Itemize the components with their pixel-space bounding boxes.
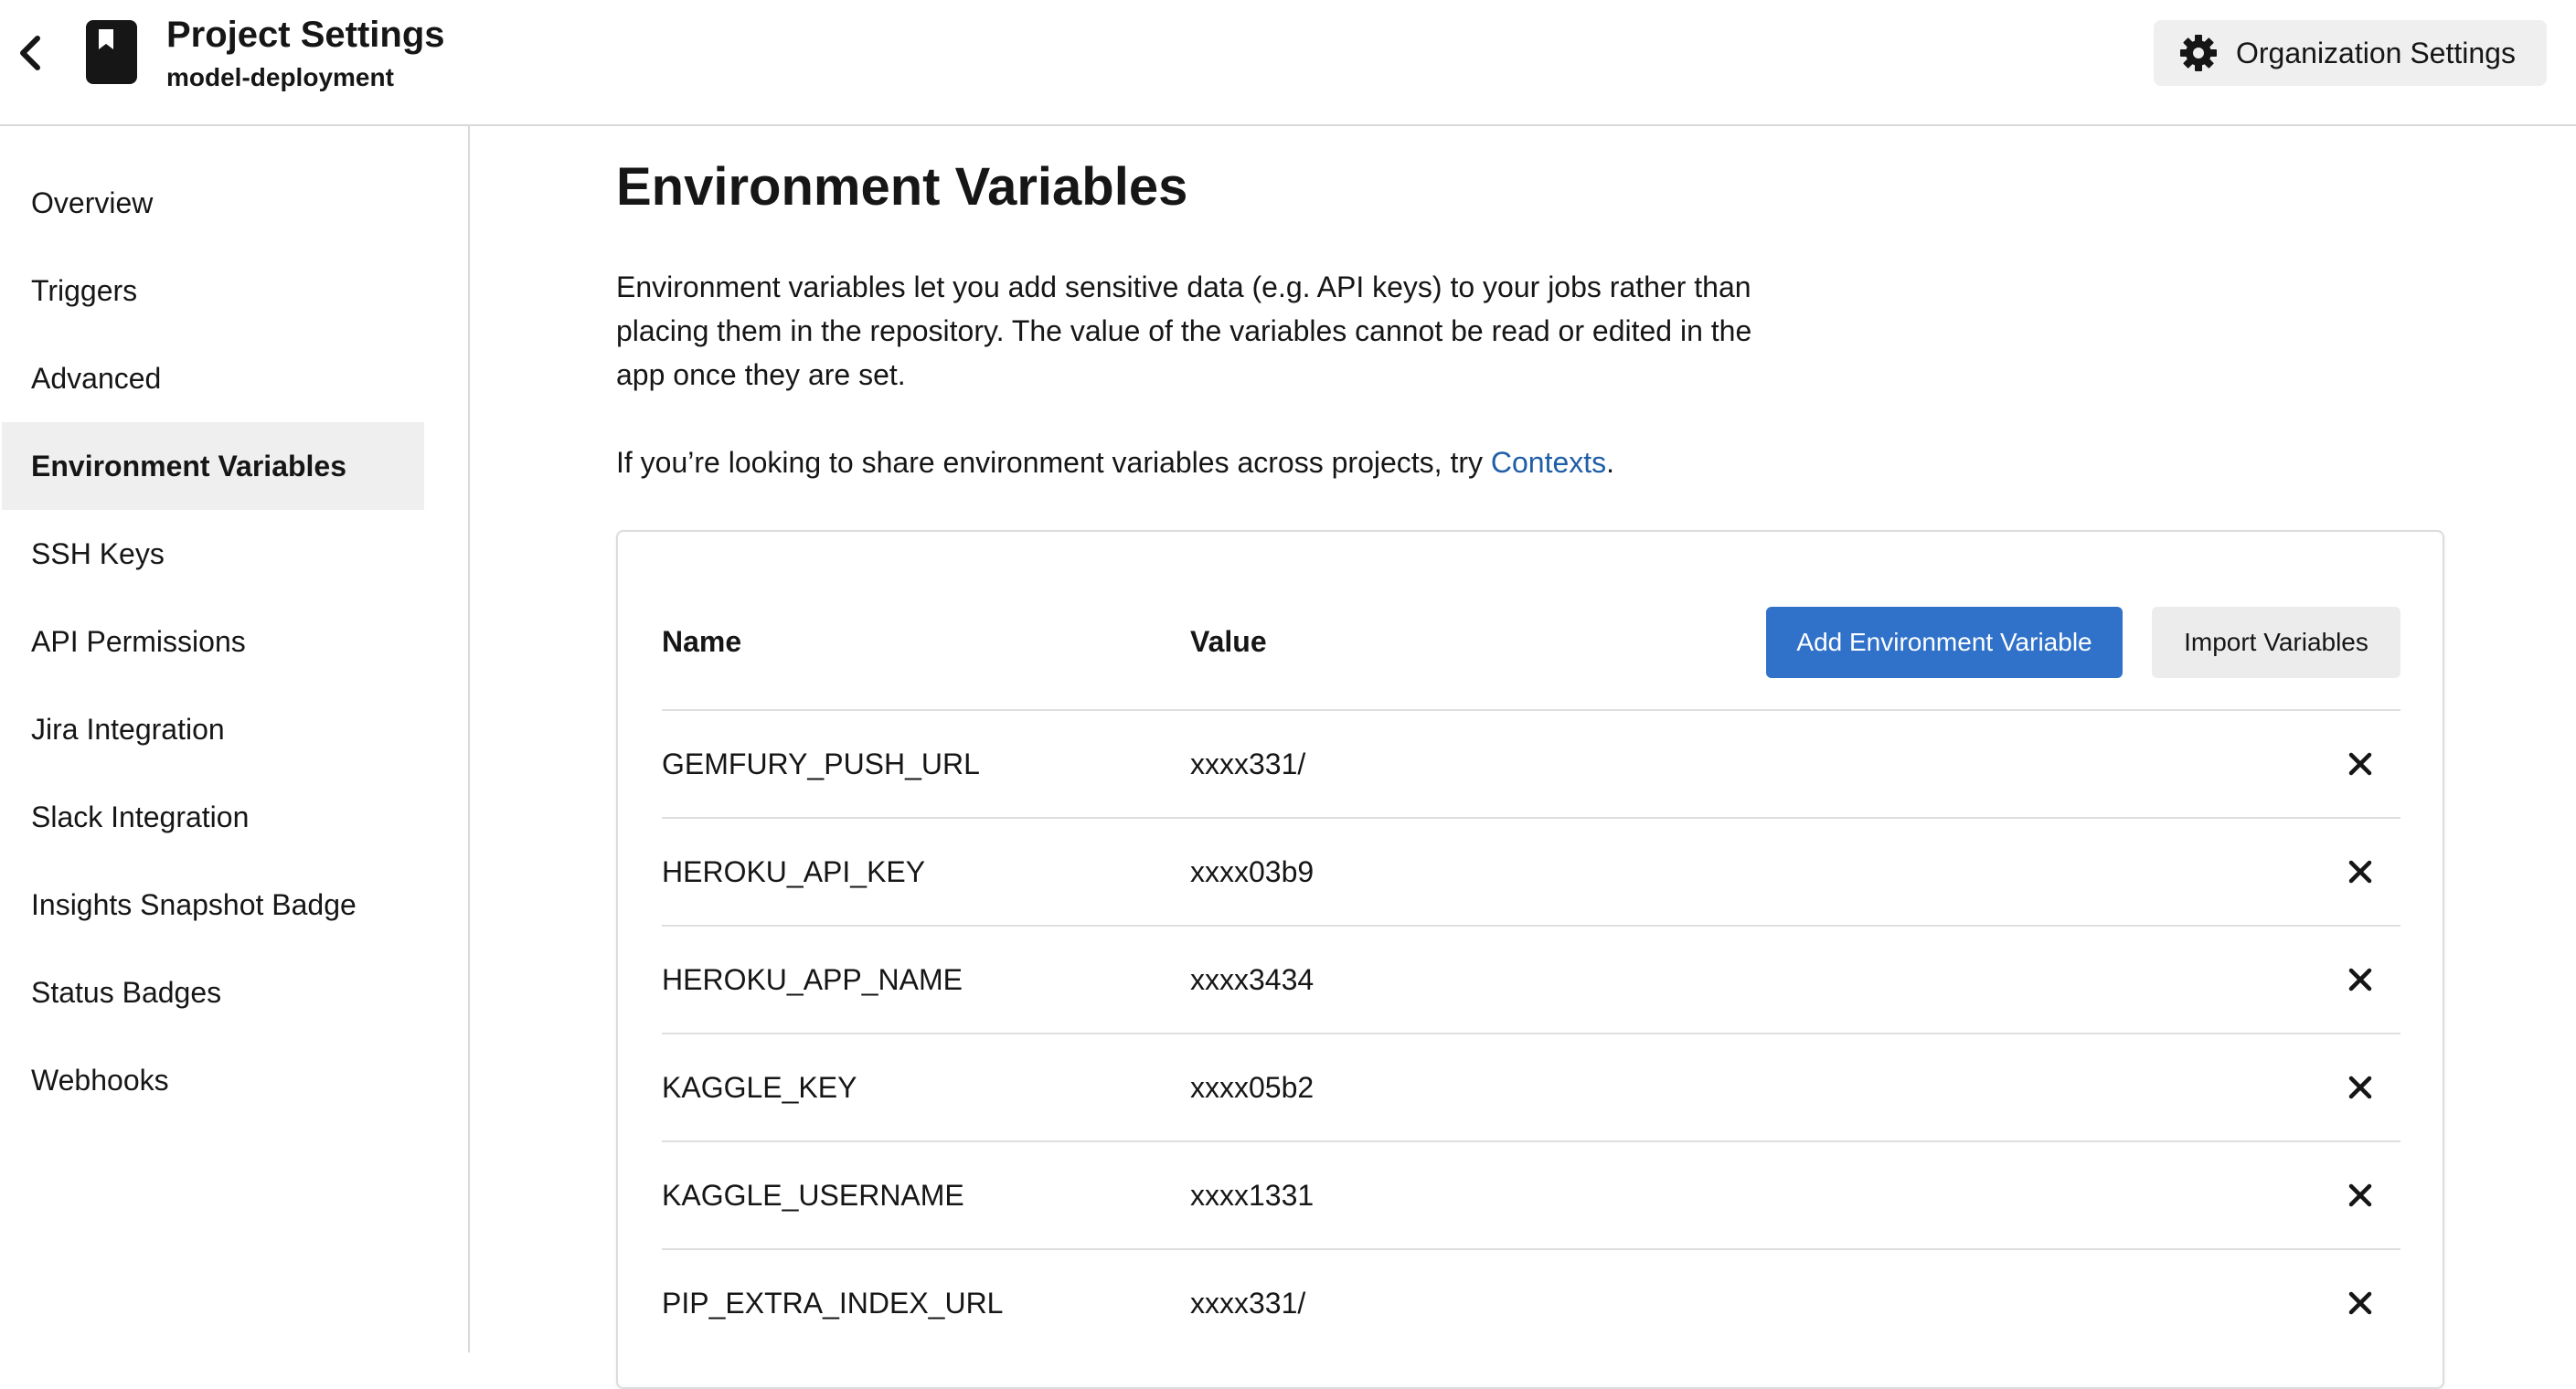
variable-value: xxxx331/	[1190, 748, 1306, 780]
sidebar-item-webhooks[interactable]: Webhooks	[2, 1036, 424, 1124]
sidebar-item-slack-integration[interactable]: Slack Integration	[2, 773, 424, 861]
contexts-hint: If you’re looking to share environment v…	[616, 440, 1614, 484]
settings-sidebar: Overview Triggers Advanced Environment V…	[0, 126, 470, 1352]
variable-name: HEROKU_API_KEY	[662, 855, 926, 888]
sidebar-item-api-permissions[interactable]: API Permissions	[2, 598, 424, 685]
page-header-title: Project Settings	[166, 15, 445, 55]
close-icon	[2348, 1076, 2372, 1099]
column-header-name: Name	[662, 625, 742, 658]
close-icon	[2348, 752, 2372, 776]
variable-name: HEROKU_APP_NAME	[662, 963, 963, 996]
column-header-value: Value	[1190, 625, 1267, 658]
variable-name: GEMFURY_PUSH_URL	[662, 748, 980, 780]
table-row: HEROKU_APP_NAME xxxx3434	[662, 925, 2400, 1033]
back-button[interactable]	[9, 27, 49, 79]
variable-value: xxxx05b2	[1190, 1071, 1315, 1104]
variables-table-body: GEMFURY_PUSH_URL xxxx331/ HEROKU_API_KEY…	[662, 709, 2400, 1356]
sidebar-item-insights-snapshot-badge[interactable]: Insights Snapshot Badge	[2, 861, 424, 949]
variable-name: PIP_EXTRA_INDEX_URL	[662, 1287, 1004, 1320]
delete-variable-button[interactable]	[2338, 958, 2382, 1002]
close-icon	[2348, 968, 2372, 991]
contexts-hint-text: If you’re looking to share environment v…	[616, 446, 1491, 479]
variable-value: xxxx3434	[1190, 963, 1315, 996]
page-description: Environment variables let you add sensit…	[616, 270, 1752, 391]
add-environment-variable-button[interactable]: Add Environment Variable	[1766, 607, 2123, 678]
delete-variable-button[interactable]	[2338, 742, 2382, 786]
bookmark-icon	[86, 20, 137, 84]
contexts-link[interactable]: Contexts	[1491, 446, 1606, 479]
variable-name: KAGGLE_USERNAME	[662, 1179, 964, 1212]
chevron-left-icon	[20, 36, 40, 70]
environment-variables-card: Name Value Add Environment Variable Impo…	[616, 530, 2444, 1389]
sidebar-item-environment-variables[interactable]: Environment Variables	[2, 422, 424, 510]
variable-value: xxxx03b9	[1190, 855, 1315, 888]
sidebar-item-ssh-keys[interactable]: SSH Keys	[2, 510, 424, 598]
contexts-hint-period: .	[1606, 446, 1615, 479]
delete-variable-button[interactable]	[2338, 1281, 2382, 1325]
variable-value: xxxx331/	[1190, 1287, 1306, 1320]
variable-value: xxxx1331	[1190, 1179, 1315, 1212]
sidebar-item-jira-integration[interactable]: Jira Integration	[2, 685, 424, 773]
delete-variable-button[interactable]	[2338, 850, 2382, 894]
close-icon	[2348, 1291, 2372, 1315]
top-header: Project Settings model-deployment Organi	[0, 0, 2576, 126]
close-icon	[2348, 860, 2372, 884]
sidebar-item-overview[interactable]: Overview	[2, 159, 424, 247]
organization-settings-label: Organization Settings	[2236, 36, 2516, 69]
table-row: HEROKU_API_KEY xxxx03b9	[662, 817, 2400, 925]
table-row: KAGGLE_USERNAME xxxx1331	[662, 1140, 2400, 1248]
delete-variable-button[interactable]	[2338, 1173, 2382, 1217]
sidebar-item-triggers[interactable]: Triggers	[2, 247, 424, 334]
variable-name: KAGGLE_KEY	[662, 1071, 857, 1104]
project-name: model-deployment	[166, 63, 394, 91]
table-row: KAGGLE_KEY xxxx05b2	[662, 1033, 2400, 1140]
close-icon	[2348, 1183, 2372, 1207]
organization-settings-button[interactable]: Organization Settings	[2154, 20, 2547, 86]
table-row: GEMFURY_PUSH_URL xxxx331/	[662, 709, 2400, 817]
sidebar-item-status-badges[interactable]: Status Badges	[2, 949, 424, 1036]
sidebar-item-advanced[interactable]: Advanced	[2, 334, 424, 422]
page-title: Environment Variables	[616, 157, 1188, 217]
table-row: PIP_EXTRA_INDEX_URL xxxx331/	[662, 1248, 2400, 1356]
delete-variable-button[interactable]	[2338, 1066, 2382, 1109]
import-variables-button[interactable]: Import Variables	[2152, 607, 2400, 678]
gear-icon	[2179, 34, 2218, 72]
